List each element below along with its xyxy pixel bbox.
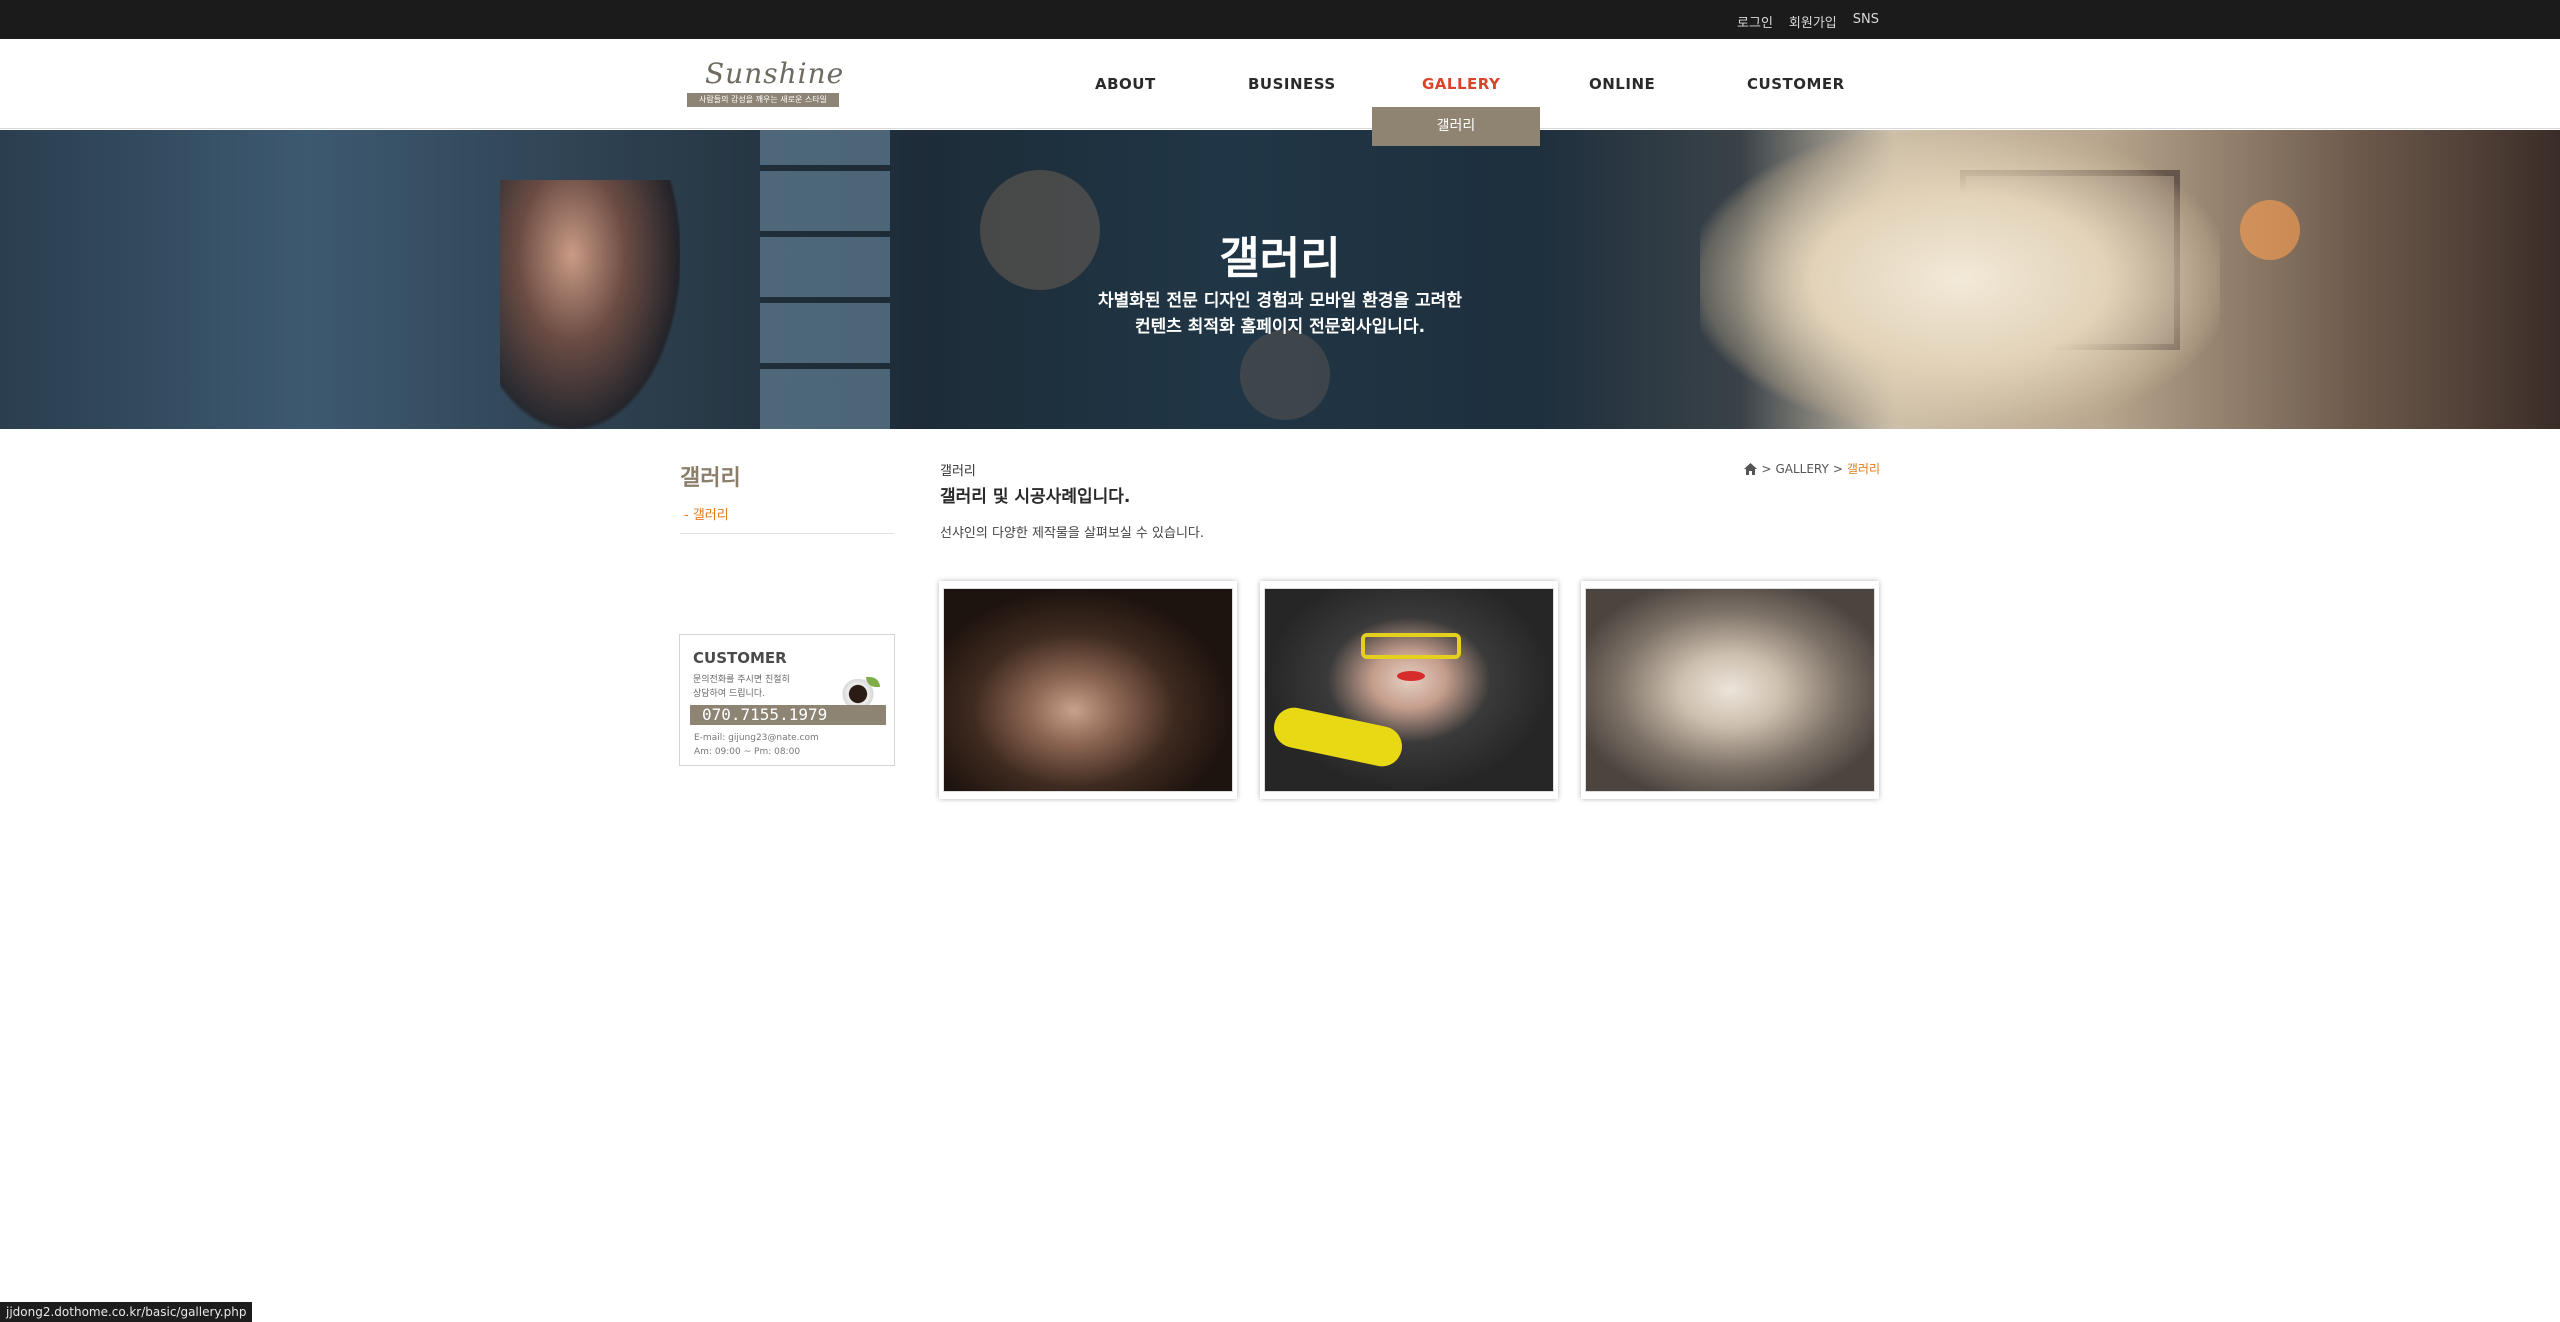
page-title: 갤러리 및 시공사례입니다. — [940, 487, 1131, 507]
page-description: 선샤인의 다양한 제작물을 살펴보실 수 있습니다. — [940, 526, 1204, 541]
bokeh-light — [1240, 330, 1330, 420]
breadcrumb-sep: > — [1832, 461, 1843, 476]
nav-item-about[interactable]: ABOUT — [1095, 75, 1156, 93]
customer-phone: 070.7155.1979 — [690, 705, 886, 725]
sunglasses-detail — [1361, 633, 1461, 659]
site-logo[interactable]: Sunshine 사람들의 감성을 깨우는 새로운 스타일 — [687, 57, 843, 109]
hero-banner: 갤러리 차별화된 전문 디자인 경험과 모바일 환경을 고려한 컨텐츠 최적화 … — [0, 130, 2560, 429]
hero-subtitle-line1: 차별화된 전문 디자인 경험과 모바일 환경을 고려한 — [1098, 291, 1462, 311]
nav-item-online[interactable]: ONLINE — [1589, 75, 1655, 93]
top-utility-bar: 로그인 회원가입 SNS — [0, 0, 2560, 39]
gallery-thumbnail[interactable] — [1260, 581, 1558, 799]
customer-hours: Am: 09:00 ~ Pm: 08:00 — [694, 747, 801, 757]
breadcrumb-sep: > — [1761, 461, 1772, 476]
site-header: Sunshine 사람들의 감성을 깨우는 새로운 스타일 ABOUT BUSI… — [0, 39, 2560, 129]
gallery-image — [1264, 588, 1554, 792]
nav-item-business[interactable]: BUSINESS — [1248, 75, 1336, 93]
signup-link[interactable]: 회원가입 — [1789, 12, 1837, 31]
gallery-image — [943, 588, 1233, 792]
home-icon[interactable] — [1744, 462, 1758, 475]
gallery-thumbnail[interactable] — [1581, 581, 1879, 799]
sidebar-title: 갤러리 — [680, 466, 741, 491]
hero-subtitle-line2: 컨텐츠 최적화 홈페이지 전문회사입니다. — [1134, 317, 1426, 337]
customer-contact-box[interactable]: CUSTOMER 문의전화를 주시면 친절히 상담하여 드립니다. 070.71… — [679, 634, 895, 766]
glove-detail — [1270, 703, 1406, 771]
utility-links: 로그인 회원가입 SNS — [1737, 12, 1879, 31]
gallery-image — [1585, 588, 1875, 792]
hero-subtitle: 차별화된 전문 디자인 경험과 모바일 환경을 고려한 컨텐츠 최적화 홈페이지… — [0, 288, 2560, 340]
sidebar-item-gallery[interactable]: - 갤러리 — [680, 504, 894, 534]
customer-desc-line2: 상담하여 드립니다. — [693, 689, 765, 699]
customer-contact-info: E-mail: gijung23@nate.com Am: 09:00 ~ Pm… — [694, 731, 819, 759]
login-link[interactable]: 로그인 — [1737, 12, 1773, 31]
nav-item-gallery[interactable]: GALLERY — [1422, 75, 1500, 93]
gallery-thumbnail[interactable] — [939, 581, 1237, 799]
nav-item-customer[interactable]: CUSTOMER — [1747, 75, 1845, 93]
content-small-title: 갤러리 — [940, 464, 976, 479]
customer-email: E-mail: gijung23@nate.com — [694, 733, 819, 743]
breadcrumb-current: 갤러리 — [1846, 462, 1880, 476]
logo-wordmark: Sunshine — [705, 57, 845, 90]
customer-box-desc: 문의전화를 주시면 친절히 상담하여 드립니다. — [693, 673, 833, 701]
lips-detail — [1397, 671, 1425, 681]
sns-link[interactable]: SNS — [1853, 12, 1879, 31]
breadcrumb-section[interactable]: GALLERY — [1775, 462, 1828, 476]
customer-box-title: CUSTOMER — [693, 649, 787, 667]
customer-desc-line1: 문의전화를 주시면 친절히 — [693, 675, 790, 685]
logo-tagline: 사람들의 감성을 깨우는 새로운 스타일 — [687, 93, 839, 107]
gallery-submenu-item[interactable]: 갤러리 — [1372, 107, 1540, 146]
breadcrumb: > GALLERY > 갤러리 — [1740, 460, 1880, 477]
hero-title: 갤러리 — [1219, 233, 1341, 284]
browser-status-url: jjdong2.dothome.co.kr/basic/gallery.php — [0, 1302, 253, 1322]
